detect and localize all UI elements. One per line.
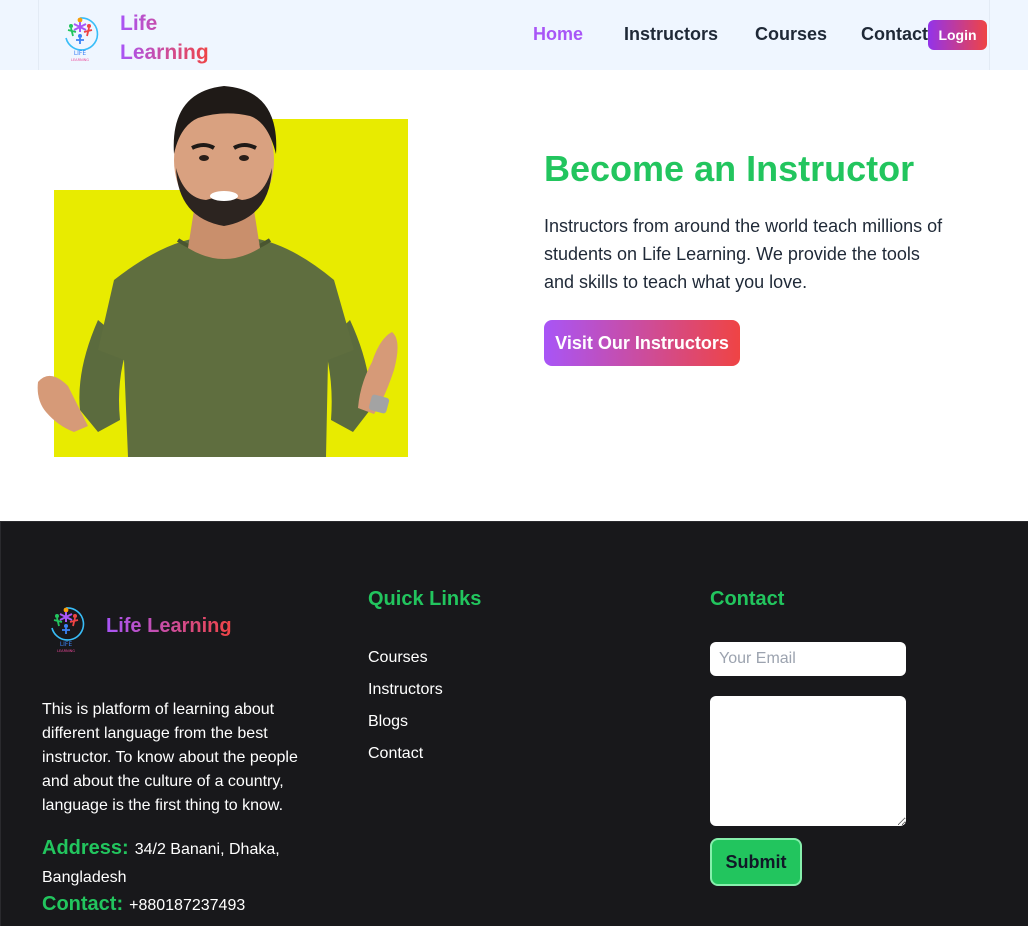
hero-description: Instructors from around the world teach … [544,216,943,292]
brand-name-line-1: Life [120,9,209,38]
brand-logo-icon[interactable]: LIFE LEARNING [58,8,102,62]
footer-brand-name: Life Learning [106,615,232,637]
nav-link-home[interactable]: Home [533,24,583,45]
email-input[interactable] [710,642,906,676]
brand-name-line-2: Learning [120,38,209,67]
quick-links-list: Courses Instructors Blogs Contact [368,642,443,770]
footer-address: Address: 34/2 Banani, Dhaka, Bangladesh [42,834,302,892]
svg-text:LEARNING: LEARNING [71,58,89,62]
contact-form-heading: Contact [710,588,785,610]
navbar: LIFE LEARNING Life Learning Home Instruc… [0,0,1028,70]
submit-button[interactable]: Submit [710,838,802,886]
footer-contact-label: Contact: [42,893,124,915]
quick-link-courses[interactable]: Courses [368,642,443,674]
svg-text:LIFE: LIFE [60,641,73,648]
nav-link-contact[interactable]: Contact [861,24,928,45]
quick-link-blogs[interactable]: Blogs [368,706,443,738]
instructor-hero-image [37,86,408,457]
svg-text:LIFE: LIFE [74,50,87,57]
quick-links-heading: Quick Links [368,588,482,610]
footer-about-text: This is platform of learning about diffe… [42,701,298,814]
footer-brand-logo-icon[interactable]: LIFE LEARNING [45,598,87,654]
login-button[interactable]: Login [928,20,987,50]
quick-link-instructors[interactable]: Instructors [368,674,443,706]
quick-link-contact[interactable]: Contact [368,738,443,770]
footer: LIFE LEARNING Life Learning This is plat… [0,521,1028,926]
brand-name[interactable]: Life Learning [120,9,209,67]
nav-link-courses[interactable]: Courses [755,24,827,45]
svg-text:LEARNING: LEARNING [57,649,75,653]
message-textarea[interactable] [710,696,906,826]
footer-contact-value: +880187237493 [129,897,246,914]
footer-address-label: Address: [42,837,129,859]
footer-contact: Contact: +880187237493 [42,890,302,920]
nav-link-instructors[interactable]: Instructors [624,24,718,45]
hero-title: Become an Instructor [544,148,915,189]
visit-instructors-button[interactable]: Visit Our Instructors [544,320,740,366]
